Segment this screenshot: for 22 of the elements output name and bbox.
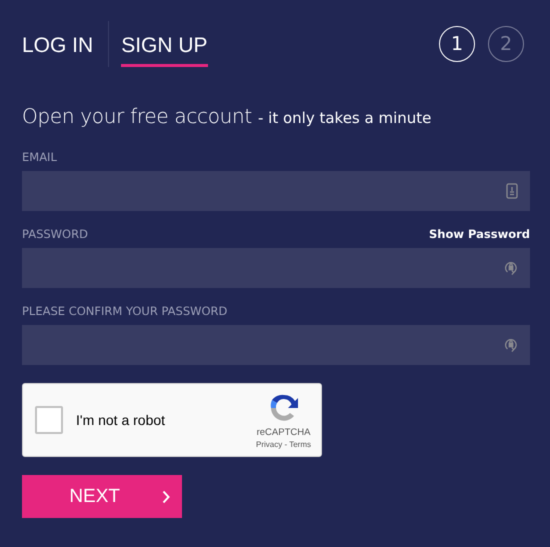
tab[interactable]: LOG IN	[22, 28, 94, 66]
next-button[interactable]: NEXT	[22, 475, 182, 518]
checkbox[interactable]	[35, 406, 63, 434]
lock-refresh-icon	[504, 337, 518, 353]
tab[interactable]: SIGN UP	[121, 28, 208, 66]
field-label: PASSWORD	[22, 227, 88, 241]
form-subtitle: - it only takes a minute	[258, 109, 432, 127]
chevron-right-icon	[162, 490, 170, 504]
input-field[interactable]	[22, 248, 530, 288]
input-field[interactable]	[22, 171, 530, 211]
field-label: EMAIL	[22, 150, 57, 164]
step-indicator: 2	[488, 26, 524, 62]
lock-refresh-icon	[504, 260, 518, 276]
id-card-icon	[506, 183, 518, 199]
captcha-brand: reCAPTCHA	[256, 426, 310, 438]
input-field[interactable]	[22, 325, 530, 365]
checkbox-label: I'm not a robot	[76, 412, 166, 428]
captcha-links[interactable]: Privacy - Terms	[256, 440, 311, 448]
field-label: PLEASE CONFIRM YOUR PASSWORD	[22, 304, 228, 318]
form-title: Open your free account	[22, 104, 252, 128]
show-password-link[interactable]: Show Password	[429, 227, 530, 241]
step-indicator: 1	[439, 26, 475, 62]
